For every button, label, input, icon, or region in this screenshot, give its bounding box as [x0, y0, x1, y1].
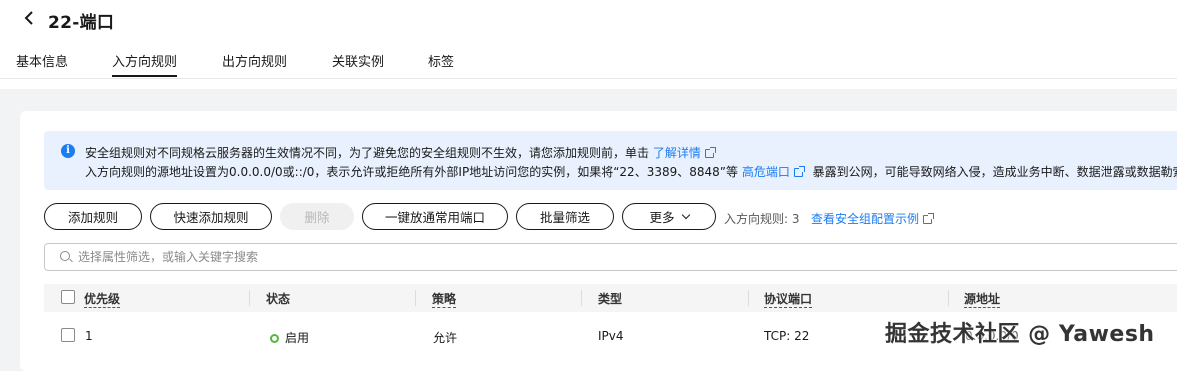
rule-count: 入方向规则: 3 [724, 212, 800, 226]
column-divider [249, 290, 250, 306]
column-divider [748, 290, 749, 306]
tab-tags[interactable]: 标签 [428, 51, 454, 70]
search-input[interactable] [78, 247, 978, 267]
high-risk-ports-link[interactable]: 高危端口 [742, 165, 805, 179]
page-header: 22-端口 基本信息 入方向规则 出方向规则 关联实例 标签 [0, 0, 1177, 89]
column-status: 状态 [266, 292, 291, 306]
cell-status: 启用 [270, 329, 309, 346]
tab-bar: 基本信息 入方向规则 出方向规则 关联实例 标签 [0, 48, 1177, 79]
column-policy[interactable]: 策略 [432, 290, 457, 308]
chevron-down-icon [681, 210, 690, 219]
column-type: 类型 [598, 292, 623, 306]
column-divider [415, 290, 416, 306]
quick-add-rule-button[interactable]: 快速添加规则 [150, 203, 272, 230]
search-bar[interactable] [44, 243, 1177, 271]
notice-text-a: 入方向规则的源地址设置为0.0.0.0/0或::/0，表示允许或拒绝所有外部IP… [85, 165, 738, 179]
tab-basic-info[interactable]: 基本信息 [16, 51, 68, 70]
delete-button[interactable]: 删除 [280, 203, 354, 230]
status-enabled-icon [270, 334, 279, 343]
cell-policy: 允许 [433, 331, 458, 345]
more-label: 更多 [649, 210, 675, 225]
row-checkbox[interactable] [61, 328, 75, 342]
external-link-icon [704, 147, 716, 158]
external-link-icon [923, 213, 935, 224]
chevron-left-icon[interactable] [22, 9, 36, 27]
column-source[interactable]: 源地址 [964, 290, 1001, 308]
page-title: 22-端口 [48, 13, 115, 33]
notice-text: 安全组规则对不同规格云服务器的生效情况不同，为了避免您的安全组规则不生效，请您添… [85, 146, 650, 160]
table-header: 优先级 状态 策略 类型 协议端口 源地址 [44, 284, 1177, 312]
add-rule-button[interactable]: 添加规则 [44, 203, 142, 230]
cell-protocol-port: TCP: 22 [764, 329, 810, 343]
more-dropdown-button[interactable]: 更多 [622, 203, 716, 230]
column-divider [948, 290, 949, 306]
column-priority[interactable]: 优先级 [84, 290, 121, 308]
external-link-icon [793, 166, 805, 177]
column-protocol-port[interactable]: 协议端口 [764, 290, 813, 308]
search-icon [60, 251, 70, 261]
notice-line-1: 安全组规则对不同规格云服务器的生效情况不同，为了避免您的安全组规则不生效，请您添… [85, 144, 716, 161]
select-all-checkbox[interactable] [61, 290, 75, 304]
notice-text-b: 暴露到公网，可能导致网络入侵，造成业务中断、数据泄露或数据勒索等 [812, 165, 1177, 179]
tab-associated-instances[interactable]: 关联实例 [332, 51, 384, 70]
cell-type: IPv4 [598, 329, 624, 343]
batch-filter-button[interactable]: 批量筛选 [516, 203, 614, 230]
config-example-link[interactable]: 查看安全组配置示例 [811, 210, 935, 227]
watermark: 掘金技术社区 @ Yawesh [885, 322, 1155, 347]
cell-priority: 1 [85, 329, 93, 343]
tab-inbound-rules[interactable]: 入方向规则 [112, 51, 178, 77]
notice-line-2: 入方向规则的源地址设置为0.0.0.0/0或::/0，表示允许或拒绝所有外部IP… [85, 163, 1177, 180]
column-divider [581, 290, 582, 306]
learn-more-link[interactable]: 了解详情 [653, 146, 716, 160]
info-icon: i [61, 144, 75, 158]
open-common-ports-button[interactable]: 一键放通常用端口 [362, 203, 508, 230]
tab-outbound-rules[interactable]: 出方向规则 [222, 51, 287, 70]
